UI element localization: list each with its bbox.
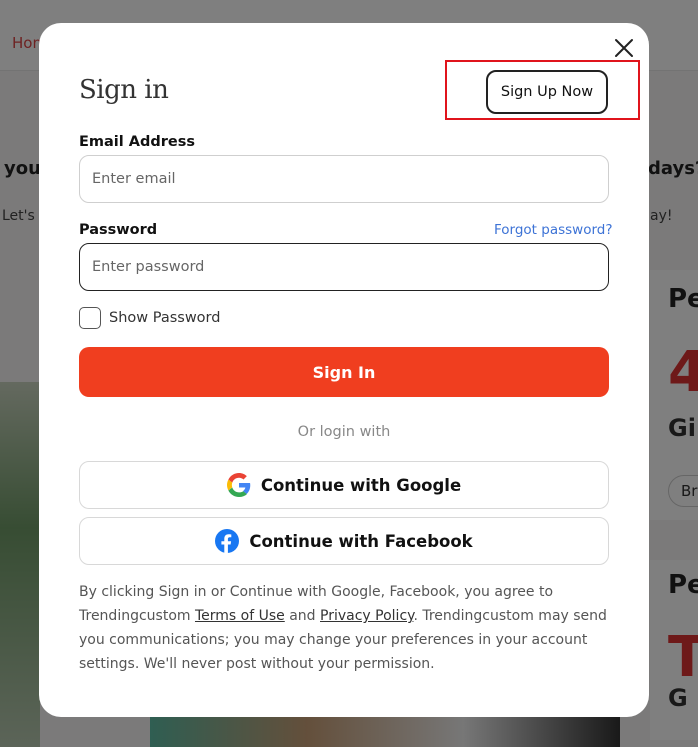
terms-text: By clicking Sign in or Continue with Goo… bbox=[79, 580, 609, 676]
show-password-checkbox[interactable] bbox=[79, 307, 101, 329]
facebook-login-button[interactable]: Continue with Facebook bbox=[79, 517, 609, 565]
close-button[interactable] bbox=[612, 36, 636, 60]
forgot-password-link[interactable]: Forgot password? bbox=[494, 222, 613, 238]
signin-modal: Sign in Sign Up Now Email Address Passwo… bbox=[39, 23, 649, 717]
password-label: Password bbox=[79, 222, 158, 238]
close-icon bbox=[615, 39, 633, 57]
password-field[interactable] bbox=[79, 243, 609, 291]
google-login-label: Continue with Google bbox=[260, 475, 462, 495]
facebook-login-label: Continue with Facebook bbox=[249, 531, 473, 551]
privacy-policy-link[interactable]: Privacy Policy bbox=[320, 608, 413, 624]
email-label: Email Address bbox=[79, 134, 196, 150]
terms-of-use-link[interactable]: Terms of Use bbox=[195, 608, 285, 624]
email-field[interactable] bbox=[79, 155, 609, 203]
facebook-icon bbox=[215, 529, 240, 553]
modal-title: Sign in bbox=[79, 75, 169, 105]
google-login-button[interactable]: Continue with Google bbox=[79, 461, 609, 509]
signin-button[interactable]: Sign In bbox=[79, 347, 609, 397]
terms-text-part: and bbox=[284, 608, 321, 624]
signup-button[interactable]: Sign Up Now bbox=[486, 70, 608, 114]
or-divider-text: Or login with bbox=[297, 424, 391, 440]
google-icon bbox=[226, 473, 251, 497]
show-password-label: Show Password bbox=[109, 310, 221, 326]
